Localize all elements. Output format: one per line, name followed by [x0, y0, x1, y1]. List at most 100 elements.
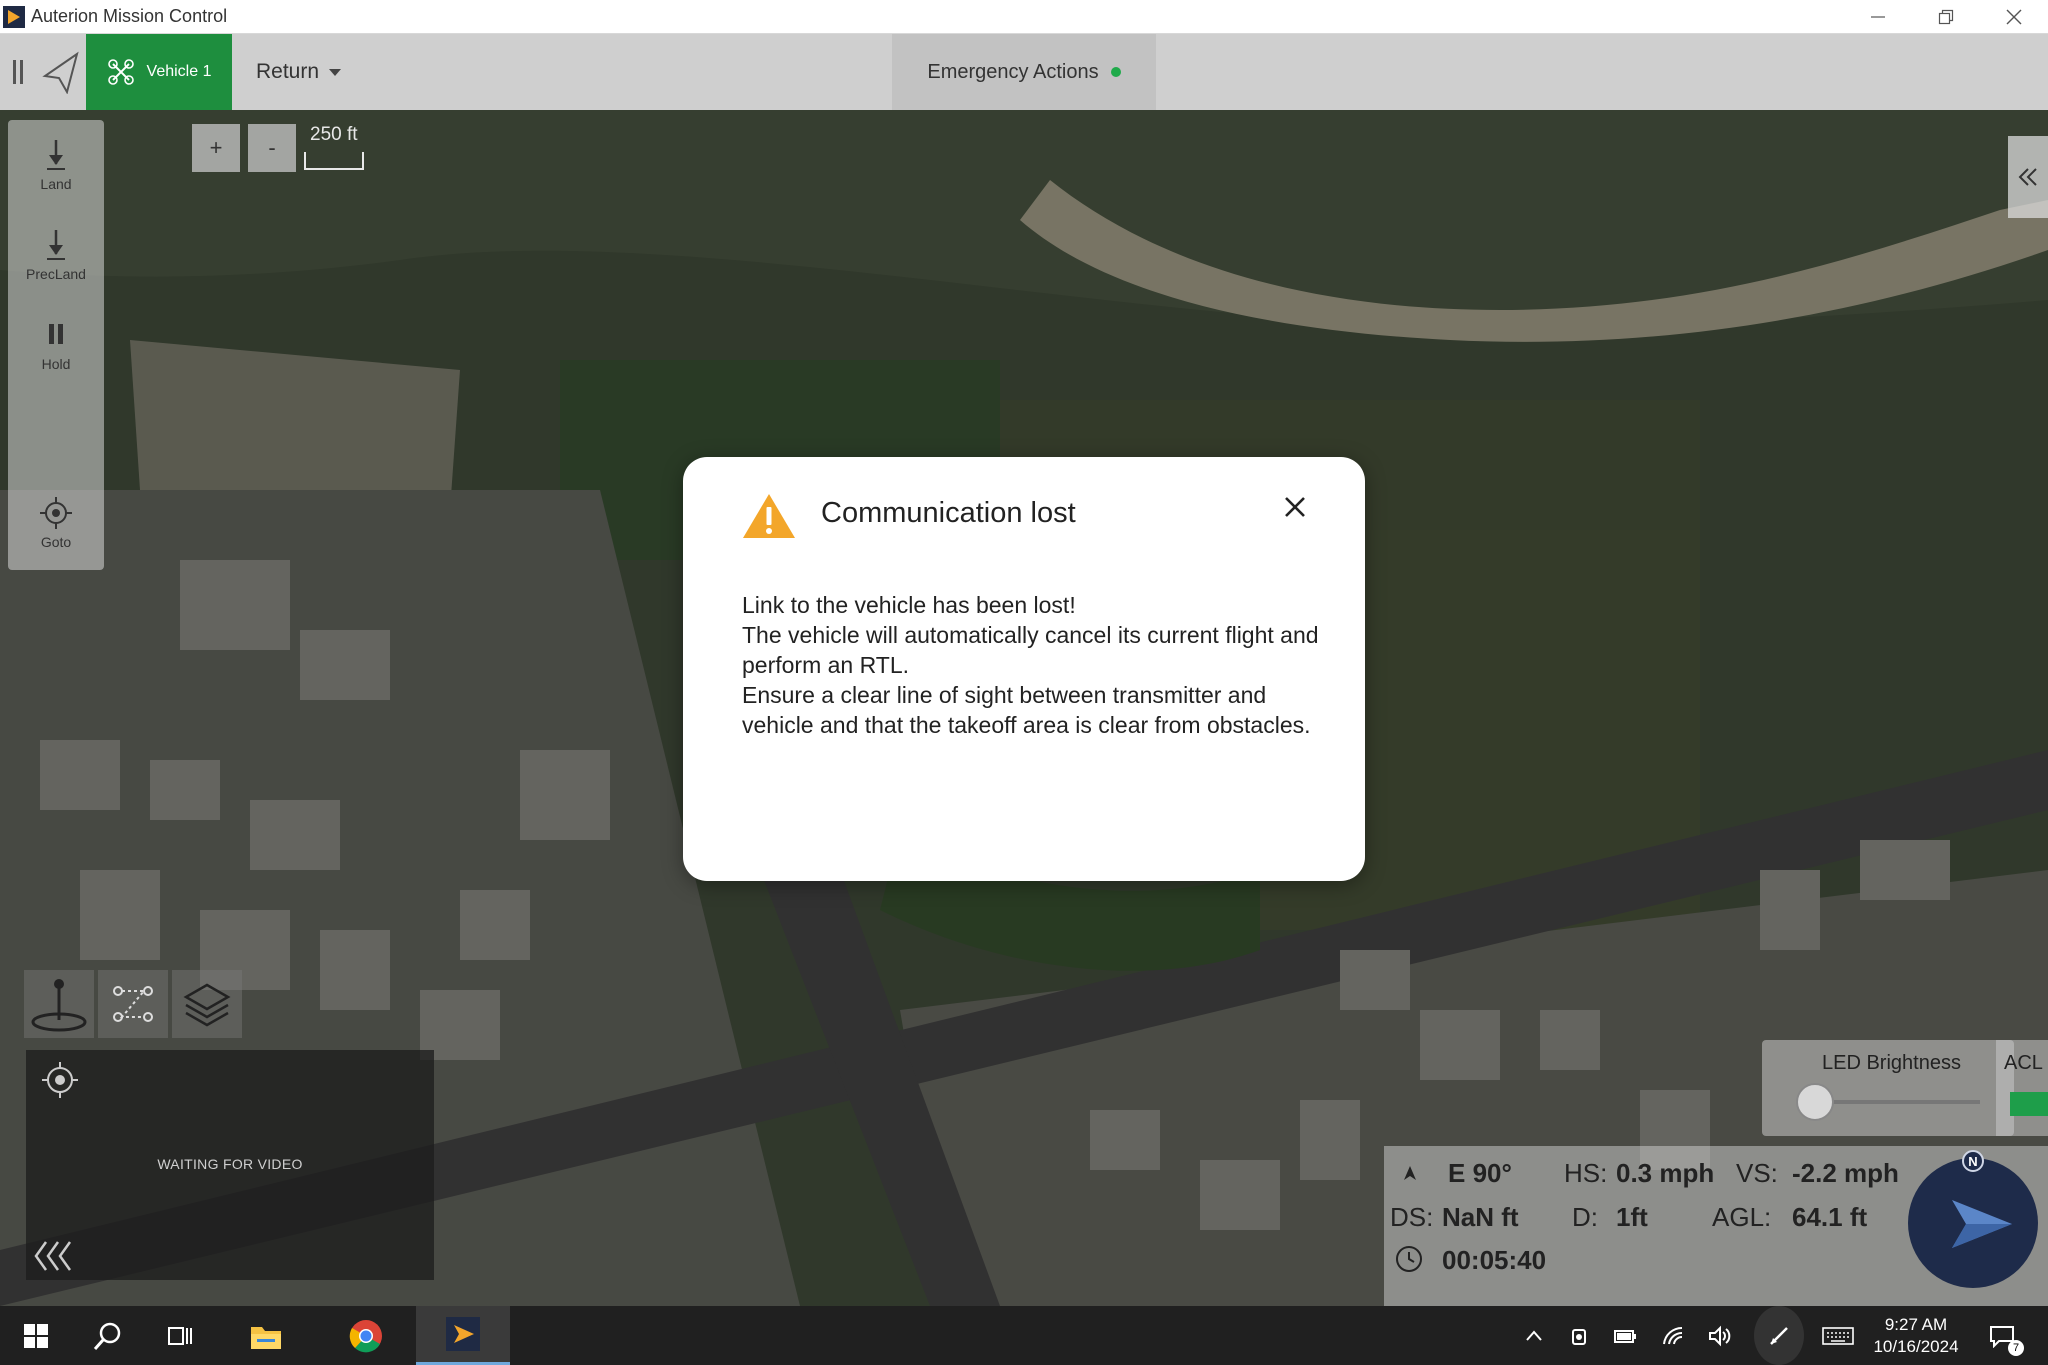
- hold-label: Hold: [41, 356, 71, 372]
- takeoff-tool-button[interactable]: [24, 970, 94, 1038]
- show-hidden-icons-button[interactable]: [1512, 1306, 1556, 1365]
- chevron-down-icon: [329, 68, 342, 76]
- flight-mode-dropdown[interactable]: Return: [232, 34, 365, 110]
- heading-arrow-icon: [1404, 1166, 1416, 1180]
- search-icon: [93, 1322, 121, 1350]
- d-value: 1ft: [1616, 1202, 1648, 1232]
- plan-button[interactable]: [36, 34, 86, 110]
- minimize-button[interactable]: [1844, 0, 1912, 34]
- chrome-button[interactable]: [330, 1306, 402, 1365]
- emergency-actions-button[interactable]: Emergency Actions: [892, 34, 1156, 110]
- mission-control-taskbar-button[interactable]: [416, 1306, 510, 1365]
- flight-actions-panel: Land PrecLand Hold Goto: [8, 120, 104, 570]
- goto-action[interactable]: Goto: [8, 496, 104, 550]
- close-window-button[interactable]: [1980, 0, 2048, 34]
- tray-app-button[interactable]: [1558, 1306, 1602, 1365]
- search-button[interactable]: [72, 1306, 144, 1365]
- camera-target-icon[interactable]: [40, 1060, 80, 1100]
- expand-right-panel-button[interactable]: [2008, 136, 2048, 218]
- close-icon: [2006, 9, 2022, 25]
- dialog-line: The vehicle will automatically cancel it…: [742, 622, 1319, 678]
- camera-tray-icon: [1572, 1328, 1586, 1345]
- map-scale-bar: [304, 152, 364, 170]
- top-toolbar: Vehicle 1 Return Emergency Actions: [0, 34, 2048, 110]
- route-icon: [113, 986, 153, 1022]
- pen-icon: [1770, 1326, 1788, 1345]
- notification-count-badge: 7: [2008, 1340, 2024, 1356]
- zoom-out-button[interactable]: -: [248, 124, 296, 172]
- emergency-actions-label: Emergency Actions: [927, 60, 1099, 83]
- system-clock[interactable]: 9:27 AM 10/16/2024: [1866, 1314, 1966, 1358]
- task-view-icon: [168, 1326, 192, 1345]
- acl-toggle[interactable]: [2010, 1092, 2048, 1116]
- folder-icon: [251, 1326, 281, 1349]
- pen-menu-button[interactable]: [1754, 1306, 1804, 1365]
- map-scale-label: 250 ft: [310, 124, 358, 145]
- file-explorer-button[interactable]: [230, 1306, 302, 1365]
- task-view-button[interactable]: [144, 1306, 216, 1365]
- clock-date: 10/16/2024: [1873, 1337, 1959, 1356]
- restore-button[interactable]: [1912, 0, 1980, 34]
- target-icon: [40, 497, 72, 529]
- start-button[interactable]: [0, 1306, 72, 1365]
- double-chevron-left-icon: [2018, 168, 2037, 186]
- chevron-up-icon: [1526, 1329, 1542, 1341]
- triple-chevron-left-icon: [34, 1241, 72, 1271]
- flight-mode-label: Return: [256, 60, 320, 83]
- vehicle-label: Vehicle 1: [146, 63, 212, 80]
- clock-icon: [1396, 1246, 1422, 1272]
- app-logo-icon: [3, 5, 25, 28]
- dialog-close-button[interactable]: [1275, 487, 1315, 527]
- status-dot-icon: [1110, 67, 1121, 77]
- minimize-icon: [1871, 16, 1885, 18]
- land-action[interactable]: Land: [8, 138, 104, 192]
- hs-value: 0.3 mph: [1616, 1158, 1715, 1188]
- ds-value: NaN ft: [1442, 1202, 1519, 1232]
- drone-icon: [107, 59, 134, 85]
- precland-label: PrecLand: [26, 266, 86, 282]
- warning-icon: [743, 494, 795, 538]
- restore-icon: [1938, 9, 1954, 25]
- hold-action[interactable]: Hold: [8, 318, 104, 372]
- led-brightness-track[interactable]: [1814, 1100, 1980, 1104]
- dialog-line: Link to the vehicle has been lost!: [742, 592, 1076, 618]
- video-panel[interactable]: WAITING FOR VIDEO: [26, 1050, 434, 1280]
- touch-keyboard-button[interactable]: [1814, 1306, 1862, 1365]
- zoom-in-button[interactable]: +: [192, 124, 240, 172]
- compass-north-badge: N: [1962, 1150, 1984, 1172]
- layers-tool-button[interactable]: [172, 970, 242, 1038]
- compass-arrow-icon: [1952, 1200, 2012, 1248]
- collapse-video-button[interactable]: [32, 1236, 76, 1285]
- window-controls: [1844, 0, 2048, 34]
- plan-send-icon: [42, 51, 79, 94]
- volume-button[interactable]: [1698, 1306, 1742, 1365]
- led-brightness-label: LED Brightness: [1822, 1052, 1961, 1074]
- mission-tool-button[interactable]: [98, 970, 168, 1038]
- layers-icon: [183, 983, 231, 1027]
- auterion-logo-icon: [446, 1317, 480, 1351]
- vehicle-tab[interactable]: Vehicle 1: [86, 34, 232, 110]
- battery-icon: [1614, 1329, 1636, 1343]
- precland-action[interactable]: PrecLand: [8, 228, 104, 282]
- action-center-button[interactable]: [1980, 1306, 2024, 1365]
- hs-label: HS:: [1564, 1158, 1608, 1188]
- land-label: Land: [40, 176, 72, 192]
- network-button[interactable]: [1652, 1306, 1696, 1365]
- led-brightness-slider[interactable]: [1796, 1083, 1834, 1121]
- wifi-icon: [1663, 1326, 1683, 1344]
- video-status: WAITING FOR VIDEO: [157, 1156, 303, 1172]
- takeoff-pin-icon: [31, 979, 87, 1032]
- communication-lost-dialog: Communication lost Link to the vehicle h…: [683, 457, 1365, 881]
- agl-value: 64.1 ft: [1792, 1202, 1868, 1232]
- menu-button[interactable]: [0, 34, 36, 110]
- pause-icon: [49, 324, 63, 344]
- battery-button[interactable]: [1604, 1306, 1648, 1365]
- d-label: D:: [1572, 1202, 1598, 1232]
- acl-panel: ACL: [1996, 1040, 2048, 1136]
- title-bar: Auterion Mission Control: [0, 0, 2048, 34]
- precland-icon: [47, 230, 65, 260]
- led-brightness-panel: LED Brightness: [1762, 1040, 2014, 1136]
- dialog-message: Link to the vehicle has been lost! The v…: [742, 590, 1332, 740]
- keyboard-icon: [1822, 1326, 1854, 1345]
- flight-time-value: 00:05:40: [1442, 1245, 1547, 1275]
